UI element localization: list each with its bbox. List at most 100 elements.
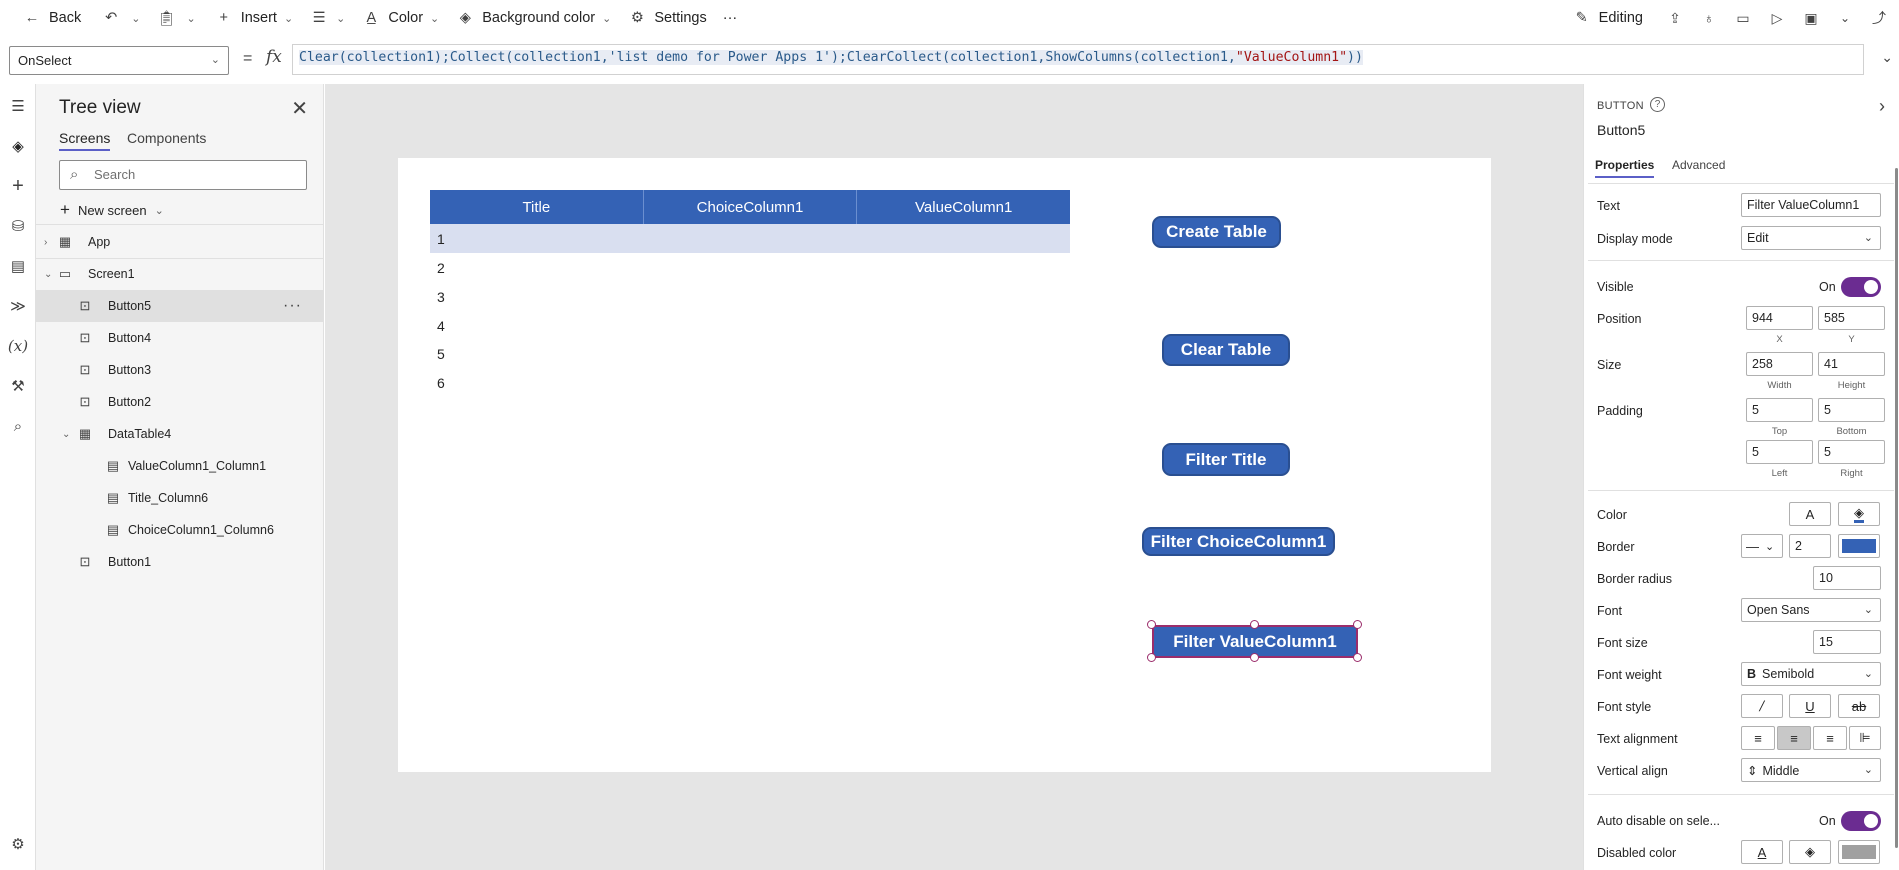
tree-item-datatable4[interactable]: ⌄ ▦ DataTable4 — [36, 418, 324, 450]
database-icon[interactable]: ⛁ — [6, 214, 30, 238]
properties-scrollbar[interactable] — [1895, 168, 1898, 848]
filter-choicecolumn1-button[interactable]: Filter ChoiceColumn1 — [1142, 527, 1335, 556]
create-table-button[interactable]: Create Table — [1152, 216, 1281, 248]
variables-icon[interactable]: (x) — [6, 334, 30, 358]
align-justify-icon[interactable]: ⊫ — [1849, 726, 1881, 750]
table-row[interactable]: 1 — [430, 224, 1070, 253]
column-header-title[interactable]: Title — [430, 190, 644, 224]
strikethrough-icon[interactable]: ab — [1838, 694, 1880, 718]
settings-button[interactable]: ⚙ Settings — [619, 0, 714, 36]
chevron-right-icon[interactable]: › — [1879, 96, 1885, 117]
column-header-choicecolumn1[interactable]: ChoiceColumn1 — [644, 190, 858, 224]
tree-item-button2[interactable]: ⊡ Button2 — [36, 386, 324, 418]
tree-item-button3[interactable]: ⊡ Button3 — [36, 354, 324, 386]
font-weight-dropdown[interactable]: B Semibold ⌄ — [1741, 662, 1881, 686]
padding-bottom-input[interactable]: 5 — [1818, 398, 1885, 422]
help-icon[interactable]: ? — [1650, 97, 1665, 112]
resize-handle[interactable] — [1147, 653, 1156, 662]
play-icon[interactable]: ▷ — [1767, 8, 1787, 28]
fill-color-icon[interactable]: ◈ — [1838, 502, 1880, 526]
text-input[interactable]: Filter ValueColumn1 — [1741, 193, 1881, 217]
power-automate-icon[interactable]: ≫ — [6, 294, 30, 318]
disabled-fill-color-icon[interactable]: ◈ — [1789, 840, 1831, 864]
padding-top-input[interactable]: 5 — [1746, 398, 1813, 422]
align-left-icon[interactable]: ≡ — [1741, 726, 1775, 750]
border-width-input[interactable]: 2 — [1789, 534, 1831, 558]
disabled-text-color-icon[interactable]: A — [1741, 840, 1783, 864]
more-button[interactable]: ··· — [715, 0, 746, 36]
resize-handle[interactable] — [1147, 620, 1156, 629]
table-row[interactable]: 3 — [430, 282, 1070, 311]
visible-toggle[interactable] — [1841, 277, 1881, 297]
insert-button[interactable]: + Insert ⌄ — [206, 0, 301, 36]
clear-table-button[interactable]: Clear Table — [1162, 334, 1290, 366]
resize-handle[interactable] — [1250, 620, 1259, 629]
media-icon[interactable]: ▤ — [6, 254, 30, 278]
layers-icon[interactable]: ◈ — [6, 134, 30, 158]
position-x-input[interactable]: 944 — [1746, 306, 1813, 330]
border-radius-input[interactable]: 10 — [1813, 566, 1881, 590]
tab-advanced[interactable]: Advanced — [1672, 158, 1725, 172]
resize-handle[interactable] — [1353, 653, 1362, 662]
font-dropdown[interactable]: Open Sans ⌄ — [1741, 598, 1881, 622]
padding-left-input[interactable]: 5 — [1746, 440, 1813, 464]
disabled-border-color-swatch[interactable] — [1838, 840, 1880, 864]
expand-formula-icon[interactable]: ⌄ — [1881, 49, 1893, 66]
save-icon[interactable]: ▣ — [1801, 8, 1821, 28]
control-name[interactable]: Button5 — [1597, 122, 1645, 138]
publish-icon[interactable]: ⤴ — [1869, 8, 1889, 28]
table-row[interactable]: 6 — [430, 368, 1070, 397]
width-input[interactable]: 258 — [1746, 352, 1813, 376]
underline-icon[interactable]: U — [1789, 694, 1831, 718]
comment-icon[interactable]: ▭ — [1733, 8, 1753, 28]
auto-disable-toggle[interactable] — [1841, 811, 1881, 831]
advanced-tools-icon[interactable]: ⚒ — [6, 374, 30, 398]
more-options-icon[interactable]: ··· — [283, 297, 302, 315]
undo-button[interactable]: ↶ — [93, 0, 129, 36]
tree-item-app[interactable]: › ▦ App — [36, 226, 324, 258]
tab-properties[interactable]: Properties — [1595, 158, 1655, 178]
app-screen[interactable]: Title ChoiceColumn1 ValueColumn1 1 2 3 4… — [398, 158, 1491, 772]
tab-components[interactable]: Components — [127, 130, 206, 146]
tree-item-button1[interactable]: ⊡ Button1 — [36, 546, 324, 578]
padding-right-input[interactable]: 5 — [1818, 440, 1885, 464]
align-right-icon[interactable]: ≡ — [1813, 726, 1847, 750]
align-center-icon[interactable]: ≡ — [1777, 726, 1811, 750]
border-color-swatch[interactable] — [1838, 534, 1880, 558]
table-row[interactable]: 5 — [430, 339, 1070, 368]
background-color-button[interactable]: ◈ Background color ⌄ — [447, 0, 619, 36]
hamburger-icon[interactable]: ☰ — [6, 94, 30, 118]
filter-title-button[interactable]: Filter Title — [1162, 443, 1290, 476]
plus-icon[interactable]: + — [6, 174, 30, 198]
paste-button[interactable]: 📋︎ — [148, 0, 184, 36]
italic-icon[interactable]: / — [1741, 694, 1783, 718]
resize-handle[interactable] — [1353, 620, 1362, 629]
color-button[interactable]: A̲ Color ⌄ — [353, 0, 447, 36]
back-button[interactable]: ← Back — [14, 0, 89, 36]
tree-item-title-column6[interactable]: ▤ Title_Column6 — [36, 482, 324, 514]
tab-screens[interactable]: Screens — [59, 130, 111, 151]
height-input[interactable]: 41 — [1818, 352, 1885, 376]
tree-item-screen1[interactable]: ⌄ ▭ Screen1 — [36, 258, 324, 290]
table-row[interactable]: 2 — [430, 253, 1070, 282]
tree-item-choicecolumn1-column6[interactable]: ▤ ChoiceColumn1_Column6 — [36, 514, 324, 546]
close-icon[interactable]: ✕ — [291, 96, 308, 121]
tree-search-input[interactable]: ⌕ Search — [59, 160, 307, 190]
layout-button[interactable]: ☰ ⌄ — [301, 0, 353, 36]
formula-input[interactable]: Clear(collection1);Collect(collection1,'… — [292, 44, 1864, 75]
resize-handle[interactable] — [1250, 653, 1259, 662]
tree-item-button5[interactable]: ⊡ Button5 ··· — [36, 290, 324, 322]
vertical-align-dropdown[interactable]: ⇕ Middle ⌄ — [1741, 758, 1881, 782]
app-checker-icon[interactable]: ♁ — [1699, 8, 1719, 28]
display-mode-dropdown[interactable]: Edit ⌄ — [1741, 226, 1881, 250]
column-header-valuecolumn1[interactable]: ValueColumn1 — [857, 190, 1070, 224]
text-color-icon[interactable]: A — [1789, 502, 1831, 526]
settings-icon[interactable]: ⚙ — [6, 832, 30, 856]
undo-menu-button[interactable]: ⌄ — [129, 0, 142, 36]
border-style-dropdown[interactable]: — ⌄ — [1741, 534, 1783, 558]
save-menu-chevron-icon[interactable]: ⌄ — [1835, 8, 1855, 28]
editing-button[interactable]: ✎ Editing — [1564, 0, 1651, 36]
tree-item-button4[interactable]: ⊡ Button4 — [36, 322, 324, 354]
position-y-input[interactable]: 585 — [1818, 306, 1885, 330]
data-table-header[interactable]: Title ChoiceColumn1 ValueColumn1 — [430, 190, 1070, 224]
